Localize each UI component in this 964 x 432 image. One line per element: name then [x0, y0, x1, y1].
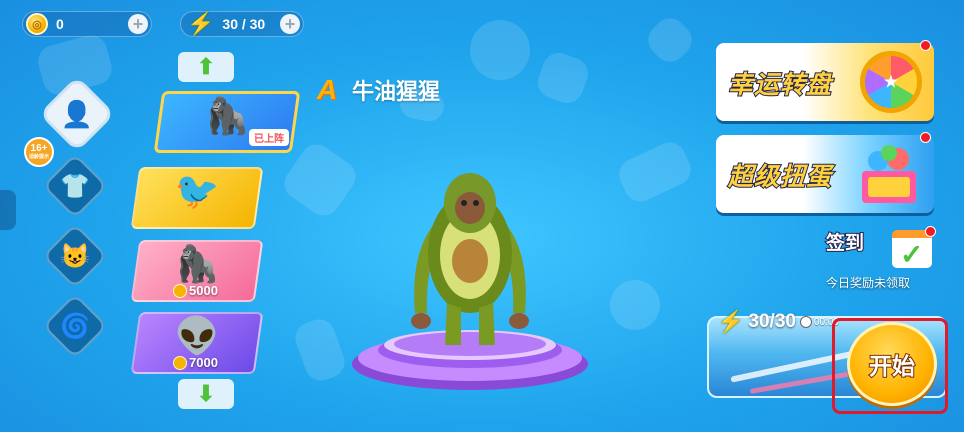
start-energy-value: 30/30 [748, 311, 796, 332]
character-card-avocado-gorilla[interactable]: 🦍 已上阵 [153, 91, 301, 153]
start-button[interactable]: 开始 [847, 322, 937, 406]
checkin-button[interactable]: 签到 今日奖励未领取 [825, 228, 936, 292]
coin-icon [173, 355, 187, 370]
avatar-icon: 👤 [60, 98, 94, 129]
bg-decor [613, 137, 697, 207]
toilet-bird-thumb-icon: 🐦 [174, 170, 220, 211]
coin-icon: ◎ [26, 13, 48, 35]
lightning-icon: ⚡ [717, 309, 745, 334]
gacha-machine-icon [862, 145, 916, 203]
cat-icon: 😺 [60, 242, 90, 270]
outfit-tab[interactable]: 👕 [42, 153, 108, 219]
swirl-icon: 🌀 [60, 312, 90, 340]
super-gacha-text: 超级扭蛋 [727, 162, 833, 192]
pet-tab[interactable]: 😺 [42, 223, 108, 289]
scroll-down-button[interactable]: ⬇ [178, 379, 234, 409]
notification-dot [925, 226, 936, 237]
age-rating-badge: 16+ 适龄提示 [24, 137, 54, 167]
super-gacha-label: 超级扭蛋 [727, 157, 833, 193]
lightning-icon: ⚡ [187, 11, 215, 36]
checkin-subtitle: 今日奖励未领取 [826, 276, 911, 290]
bg-decor [278, 138, 362, 222]
price-tag: 5000 [173, 283, 218, 298]
price-tag: 7000 [173, 355, 218, 370]
arrow-up-icon: ⬆ [196, 54, 216, 79]
lucky-wheel-button[interactable]: 幸运转盘 [716, 43, 934, 121]
bg-decor [290, 314, 350, 386]
wheel-icon [860, 51, 922, 113]
price-value: 5000 [189, 283, 218, 298]
character-card-chair-alien[interactable]: 👽 7000 [130, 312, 264, 374]
notification-dot [920, 40, 931, 51]
notification-dot [920, 132, 931, 143]
coin-counter: ◎ 0 + [22, 11, 152, 37]
add-coins-button[interactable]: + [128, 14, 148, 34]
lucky-wheel-label: 幸运转盘 [727, 65, 833, 101]
arrow-down-icon: ⬇ [196, 381, 216, 406]
avocado-gorilla-model [411, 173, 529, 345]
hulk-gorilla-thumb-icon: 🦍 [174, 243, 220, 284]
grade-a-icon: A [316, 74, 338, 105]
chair-alien-thumb-icon: 👽 [174, 315, 220, 356]
energy-counter: ⚡ 30 / 30 + [180, 11, 304, 37]
trail-tab[interactable]: 🌀 [42, 293, 108, 359]
bg-decor [610, 280, 660, 330]
add-energy-button[interactable]: + [280, 14, 300, 34]
lucky-wheel-text: 幸运转盘 [727, 70, 833, 100]
start-energy-row: ⚡ 30/30 00:00 [717, 309, 839, 335]
character-name: 牛油猩猩 [352, 79, 441, 104]
price-value: 7000 [189, 355, 218, 370]
bg-decor [533, 48, 593, 108]
character-title: A 牛油猩猩 [312, 74, 440, 106]
energy-value: 30 / 30 [222, 16, 266, 32]
equipped-tag: 已上阵 [249, 129, 289, 146]
avocado-gorilla-thumb-icon: 🦍 [204, 95, 250, 136]
super-gacha-button[interactable]: 超级扭蛋 [716, 135, 934, 213]
character-card-hulk-gorilla[interactable]: 🦍 5000 [130, 240, 264, 302]
clock-icon [799, 316, 812, 328]
side-handle-icon[interactable] [0, 190, 16, 230]
character-card-toilet-bird[interactable]: 🐦 [130, 167, 264, 229]
coin-icon [173, 283, 187, 298]
coin-value: 0 [56, 16, 64, 32]
shirt-icon: 👕 [60, 172, 90, 200]
checkin-title: 签到 [825, 232, 865, 255]
scroll-up-button[interactable]: ⬆ [178, 52, 234, 82]
age-rating-sub: 适龄提示 [28, 154, 49, 160]
bg-decor [641, 11, 699, 69]
bg-decor [470, 20, 530, 80]
age-rating: 16+ [30, 143, 48, 154]
